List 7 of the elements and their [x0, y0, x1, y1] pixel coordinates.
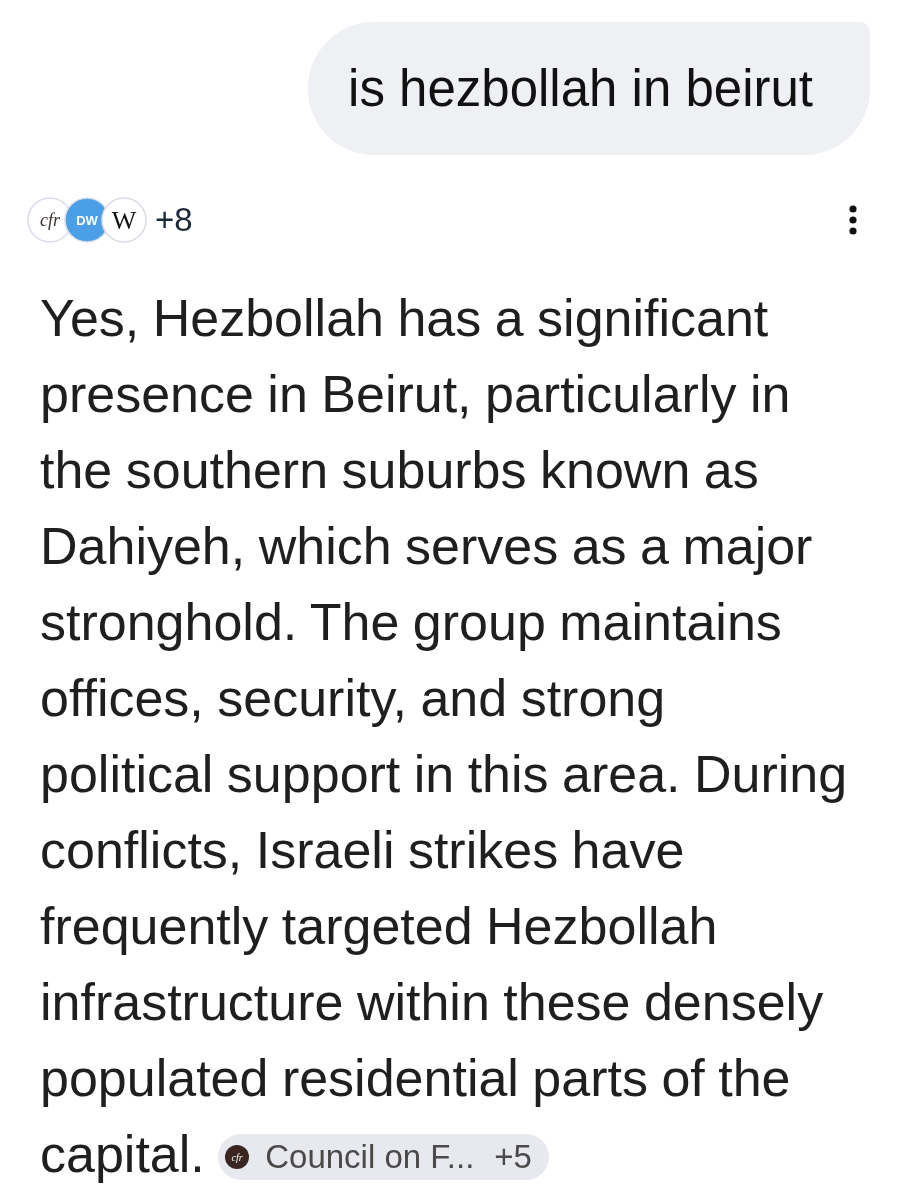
query-bubble: is hezbollah in beirut: [308, 22, 870, 155]
source-logo-icon: W: [101, 197, 147, 243]
source-logo-icon: cfr: [225, 1145, 250, 1169]
sources-button[interactable]: cfr DW W +8: [27, 197, 193, 243]
more-options-icon[interactable]: [849, 205, 857, 235]
answer-text: Yes, Hezbollah has a significant presence in Beirut, particularly in the southern suburbs known as Dahiyeh, which serves as a major stronghold. The group maintains offices, security, and strong political support in this area. During conflicts, Israeli strikes have frequently targeted Hezbollah infrastructure within these densely populated residential parts of the capital. cfr Council on F... +5: [0, 280, 852, 1192]
citation-chip[interactable]: cfr Council on F... +5: [218, 1134, 549, 1180]
